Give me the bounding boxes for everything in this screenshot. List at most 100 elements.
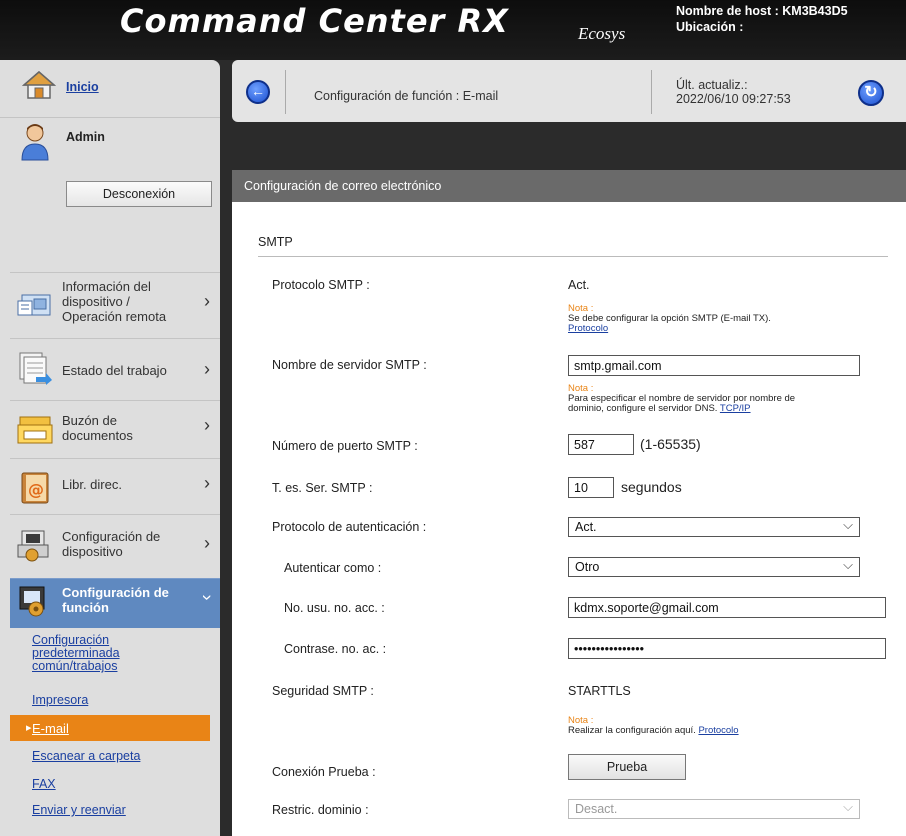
device-settings-icon — [17, 530, 49, 562]
location: Ubicación : — [676, 20, 744, 34]
auth-as-label: Autenticar como : — [284, 561, 382, 575]
last-updated-value: 2022/06/10 09:27:53 — [676, 92, 791, 106]
svg-text:@: @ — [28, 480, 44, 499]
chevron-right-icon: › — [204, 533, 210, 553]
divider — [258, 256, 888, 257]
last-updated-label: Últ. actualiz.: — [676, 78, 748, 92]
note-text: Realizar la configuración aquí. — [568, 725, 696, 736]
chevron-down-icon: › — [197, 594, 218, 601]
smtp-timeout-input[interactable] — [568, 477, 614, 498]
chevron-right-icon: › — [204, 473, 210, 493]
sub-item-send-forward[interactable]: Enviar y reenviar — [32, 804, 126, 817]
refresh-icon[interactable]: ↻ — [858, 80, 884, 106]
nav-document-box-label: Buzón de documentos — [62, 413, 133, 443]
auth-protocol-label: Protocolo de autenticación : — [272, 520, 427, 534]
protocol-link[interactable]: Protocolo — [698, 725, 738, 736]
tcpip-link[interactable]: TCP/IP — [720, 403, 751, 414]
sub-item-printer[interactable]: Impresora — [32, 694, 88, 707]
nav-function-settings-label: Configuración de función — [62, 585, 169, 615]
password-input[interactable] — [568, 638, 886, 659]
user-avatar-icon — [21, 124, 49, 161]
nav-function-settings[interactable]: Configuración de función › — [10, 578, 220, 628]
sub-label-line: común/trabajos — [32, 659, 118, 673]
sub-item-fax[interactable]: FAX — [32, 778, 56, 791]
chevron-right-icon: › — [204, 415, 210, 435]
smtp-protocol-label: Protocolo SMTP : — [272, 278, 370, 292]
nav-address-book-label: Libr. direc. — [62, 477, 122, 492]
smtp-port-label: Número de puerto SMTP : — [272, 439, 418, 453]
test-button[interactable]: Prueba — [568, 754, 686, 780]
user-name: Admin — [66, 130, 105, 144]
host-info: Nombre de host : KM3B43D5 Ubicación : — [676, 3, 848, 35]
nav-label-line: documentos — [62, 428, 133, 443]
note-server: Nota : Para especificar el nombre de ser… — [568, 384, 795, 414]
smtp-security-label: Seguridad SMTP : — [272, 684, 374, 698]
nav-label-line: función — [62, 600, 109, 615]
document-box-icon — [17, 416, 53, 444]
auth-protocol-select[interactable]: Act. ⌵ — [568, 517, 860, 537]
nav-address-book[interactable]: @ Libr. direc. › — [10, 458, 220, 514]
nav-label-line: dispositivo — [62, 544, 123, 559]
nav-device-settings[interactable]: Configuración de dispositivo › — [10, 514, 220, 578]
back-arrow-icon[interactable]: ← — [246, 80, 270, 104]
sub-item-common-defaults[interactable]: Configuración predeterminada común/traba… — [32, 634, 120, 673]
settings-panel: SMTP Protocolo SMTP : Act. Nota : Se deb… — [232, 202, 906, 836]
nav-label-line: Buzón de — [62, 413, 117, 428]
account-input[interactable] — [568, 597, 886, 618]
nav-document-box[interactable]: Buzón de documentos › — [10, 400, 220, 458]
logout-button[interactable]: Desconexión — [66, 181, 212, 207]
account-label: No. usu. no. acc. : — [284, 601, 385, 615]
page-toolbar: ← Configuración de función : E-mail Últ.… — [232, 60, 906, 122]
sidebar-home[interactable]: Inicio — [0, 60, 220, 118]
page-title: Configuración de función : E-mail — [314, 89, 499, 103]
app-header: Command Center RX Ecosys Nombre de host … — [0, 0, 906, 60]
nav-device-info[interactable]: Información del dispositivo / Operación … — [10, 272, 220, 338]
sub-item-email-label: E-mail — [32, 721, 69, 736]
nav-label-line: Información del — [62, 279, 151, 294]
home-icon — [22, 71, 56, 99]
auth-protocol-value: Act. — [575, 520, 597, 534]
sidebar-user: Admin — [0, 118, 220, 178]
auth-as-value: Otro — [575, 560, 600, 574]
section-header: Configuración de correo electrónico — [232, 170, 906, 202]
last-updated: Últ. actualiz.: 2022/06/10 09:27:53 — [676, 78, 791, 106]
test-connection-label: Conexión Prueba : — [272, 765, 376, 779]
divider — [651, 70, 652, 114]
domain-restriction-select: Desact. ⌵ — [568, 799, 860, 819]
nav-job-status[interactable]: Estado del trabajo › — [10, 338, 220, 400]
smtp-server-label: Nombre de servidor SMTP : — [272, 358, 427, 372]
smtp-port-range: (1-65535) — [640, 436, 701, 452]
device-info-icon — [17, 294, 51, 316]
auth-as-select[interactable]: Otro ⌵ — [568, 557, 860, 577]
smtp-timeout-unit: segundos — [621, 479, 682, 495]
password-label: Contrase. no. ac. : — [284, 642, 387, 656]
nav-label-line: dispositivo / — [62, 294, 130, 309]
smtp-protocol-value: Act. — [568, 278, 590, 292]
smtp-server-input[interactable] — [568, 355, 860, 376]
sidebar: Inicio Admin Desconexión Información del… — [0, 60, 220, 836]
chevron-right-icon: › — [204, 359, 210, 379]
divider — [285, 70, 286, 114]
sub-item-scan-to-folder[interactable]: Escanear a carpeta — [32, 750, 140, 763]
smtp-port-input[interactable] — [568, 434, 634, 455]
sub-item-email[interactable]: ▸ E-mail — [10, 715, 210, 741]
chevron-down-icon: ⌵ — [843, 799, 853, 814]
chevron-down-icon: ⌵ — [843, 517, 853, 532]
address-book-icon: @ — [21, 472, 49, 504]
nav-label-line: Configuración de — [62, 585, 169, 600]
note-text: dominio, configure el servidor DNS. — [568, 403, 718, 414]
nav-device-info-label: Información del dispositivo / Operación … — [62, 279, 166, 324]
home-link[interactable]: Inicio — [66, 80, 99, 94]
nav-device-settings-label: Configuración de dispositivo — [62, 529, 160, 559]
nav-job-status-label: Estado del trabajo — [62, 363, 167, 378]
nav-label-line: Operación remota — [62, 309, 167, 324]
function-settings-icon — [19, 586, 45, 617]
domain-restriction-value: Desact. — [575, 802, 618, 816]
group-title: SMTP — [258, 235, 293, 249]
protocol-link[interactable]: Protocolo — [568, 323, 608, 334]
job-status-icon — [19, 352, 52, 385]
host-name: Nombre de host : KM3B43D5 — [676, 4, 848, 18]
arrow-right-icon: ▸ — [26, 722, 32, 734]
nav-label-line: Configuración de — [62, 529, 161, 544]
chevron-right-icon: › — [204, 291, 210, 311]
